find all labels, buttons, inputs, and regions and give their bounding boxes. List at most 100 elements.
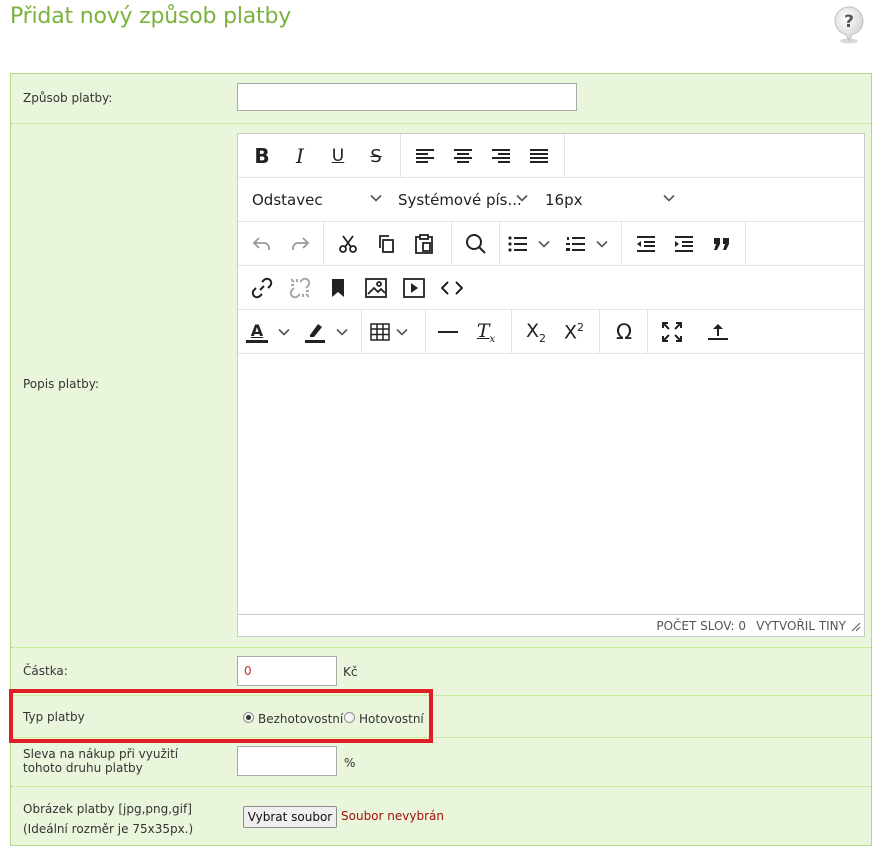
- underline-button[interactable]: U: [320, 140, 356, 172]
- horizontal-rule-button[interactable]: [430, 316, 466, 348]
- toolbar-group-misc: Tx: [426, 310, 512, 353]
- undo-button[interactable]: [244, 228, 280, 260]
- subscript-button[interactable]: X2: [518, 316, 554, 348]
- align-right-button[interactable]: [483, 140, 519, 172]
- numbered-list-button[interactable]: [566, 228, 618, 260]
- help-icon: ?: [834, 6, 864, 44]
- toolbar-group-history: [238, 222, 324, 265]
- clear-formatting-icon: Tx: [477, 320, 495, 345]
- fullscreen-icon: [662, 322, 682, 342]
- search-icon: [466, 234, 486, 254]
- block-format-select[interactable]: Odstavec: [252, 186, 382, 214]
- superscript-button[interactable]: X2: [556, 316, 592, 348]
- toolbar-group-align: [401, 134, 565, 177]
- horizontal-rule-icon: [438, 331, 458, 333]
- highlight-color-icon: [305, 324, 325, 343]
- font-family-select[interactable]: Systémové pís...: [398, 186, 528, 214]
- choose-file-button[interactable]: Vybrat soubor: [243, 806, 337, 828]
- outdent-icon: [637, 236, 655, 252]
- superscript-base: X: [563, 321, 578, 344]
- indent-icon: [675, 236, 693, 252]
- toolbar-group-format: B I U S: [238, 134, 401, 177]
- rich-text-editor[interactable]: B I U S Odstavec Systémové pís... 16px A…: [237, 133, 865, 637]
- source-code-button[interactable]: [434, 272, 470, 304]
- code-icon: [441, 281, 463, 295]
- bookmark-button[interactable]: [320, 272, 356, 304]
- clear-formatting-letter: T: [476, 319, 490, 342]
- image-size-hint: (Ideální rozměr je 75x35px.): [23, 822, 194, 836]
- editor-toolbar-row: A Tx X2 X2 Ω: [238, 310, 864, 354]
- help-symbol: ?: [844, 12, 854, 32]
- paste-icon: [415, 234, 433, 254]
- help-button[interactable]: ?: [831, 3, 867, 45]
- redo-button[interactable]: [282, 228, 318, 260]
- copy-button[interactable]: [368, 228, 404, 260]
- paste-button[interactable]: [406, 228, 442, 260]
- chevron-down-icon: [596, 240, 608, 248]
- chevron-down-icon: [663, 194, 675, 202]
- row-divider: [11, 647, 871, 648]
- editor-toolbar-row: Odstavec Systémové pís... 16px: [238, 178, 864, 222]
- amount-input[interactable]: [237, 656, 337, 686]
- bold-button[interactable]: B: [244, 140, 280, 172]
- align-center-button[interactable]: [445, 140, 481, 172]
- cut-button[interactable]: [330, 228, 366, 260]
- bold-icon: B: [254, 144, 270, 168]
- align-justify-icon: [530, 149, 548, 163]
- resize-grip-icon[interactable]: [851, 622, 861, 632]
- numbered-list-icon: [566, 237, 585, 251]
- search-button[interactable]: [458, 228, 494, 260]
- insert-button[interactable]: [700, 316, 736, 348]
- fullscreen-button[interactable]: [654, 316, 690, 348]
- media-icon: [403, 278, 425, 298]
- redo-icon: [292, 237, 310, 250]
- align-left-button[interactable]: [407, 140, 443, 172]
- text-color-button[interactable]: A: [246, 316, 300, 348]
- word-count[interactable]: POČET SLOV: 0: [656, 619, 746, 633]
- copy-icon: [379, 235, 394, 253]
- powered-by-link[interactable]: VYTVOŘIL TINY: [756, 619, 846, 633]
- discount-label: Sleva na nákup při využití tohoto druhu …: [23, 747, 179, 775]
- align-justify-button[interactable]: [521, 140, 557, 172]
- media-button[interactable]: [396, 272, 432, 304]
- strikethrough-icon: S: [370, 145, 382, 167]
- link-button[interactable]: [244, 272, 280, 304]
- discount-input[interactable]: [237, 746, 337, 776]
- chevron-down-icon: [278, 328, 290, 336]
- chevron-down-icon: [396, 328, 408, 336]
- font-family-value: Systémové pís...: [398, 191, 522, 209]
- align-right-icon: [492, 149, 510, 163]
- editor-statusbar: POČET SLOV: 0 VYTVOŘIL TINY: [238, 614, 864, 636]
- editor-content-area[interactable]: [238, 354, 864, 616]
- blockquote-button[interactable]: [704, 228, 740, 260]
- toolbar-group-lists: [500, 222, 622, 265]
- toolbar-group-charmap: Ω: [600, 310, 648, 353]
- unlink-button[interactable]: [282, 272, 318, 304]
- special-character-icon: Ω: [615, 320, 633, 344]
- toolbar-group-colors: A: [238, 310, 362, 353]
- description-label: Popis platby:: [23, 377, 100, 391]
- cut-icon: [339, 235, 357, 253]
- image-label: Obrázek platby [jpg,png,gif]: [23, 802, 192, 816]
- page-title: Přidat nový způsob platby: [10, 4, 292, 29]
- payment-method-input[interactable]: [237, 83, 577, 111]
- font-size-value: 16px: [545, 191, 583, 209]
- payment-method-label: Způsob platby:: [23, 91, 113, 105]
- bullet-list-button[interactable]: [508, 228, 560, 260]
- italic-button[interactable]: I: [282, 140, 318, 172]
- undo-icon: [252, 237, 270, 250]
- table-button[interactable]: [370, 316, 422, 348]
- highlight-color-button[interactable]: [304, 316, 358, 348]
- italic-icon: I: [296, 144, 304, 168]
- amount-unit: Kč: [343, 665, 358, 679]
- font-size-select[interactable]: 16px: [545, 186, 675, 214]
- editor-toolbar-row: [238, 222, 864, 266]
- strikethrough-button[interactable]: S: [358, 140, 394, 172]
- clear-formatting-button[interactable]: Tx: [468, 316, 504, 348]
- indent-button[interactable]: [666, 228, 702, 260]
- editor-toolbar-row: B I U S: [238, 134, 864, 178]
- outdent-button[interactable]: [628, 228, 664, 260]
- image-button[interactable]: [358, 272, 394, 304]
- special-character-button[interactable]: Ω: [606, 316, 642, 348]
- row-divider: [11, 786, 871, 787]
